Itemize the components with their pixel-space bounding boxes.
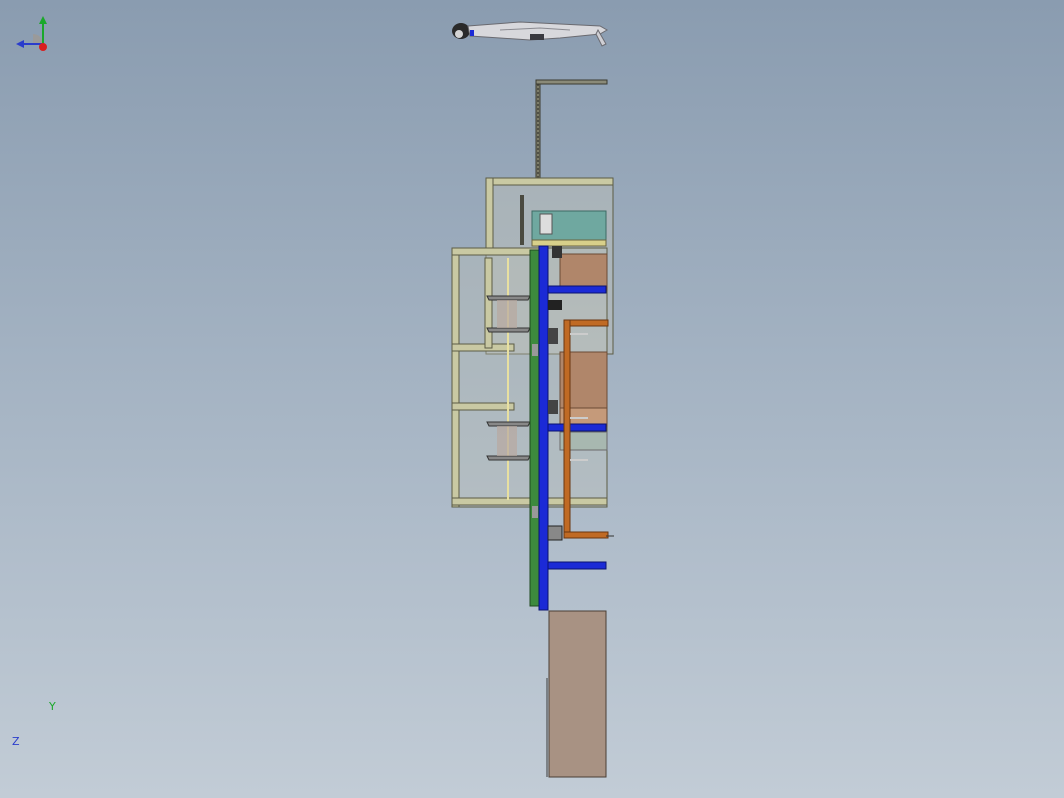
cad-model-svg [451,21,614,778]
view-orientation-triad-icon[interactable] [0,0,64,64]
cad-graphics-area[interactable]: Y Z [0,0,1064,798]
human-scale-figure-icon [452,21,609,47]
axis-z-label: Z [12,735,20,748]
base-block [546,610,607,778]
blue-beam [538,245,549,611]
green-plate [529,249,540,607]
axis-y-label: Y [49,700,56,713]
upper-post [535,79,608,183]
